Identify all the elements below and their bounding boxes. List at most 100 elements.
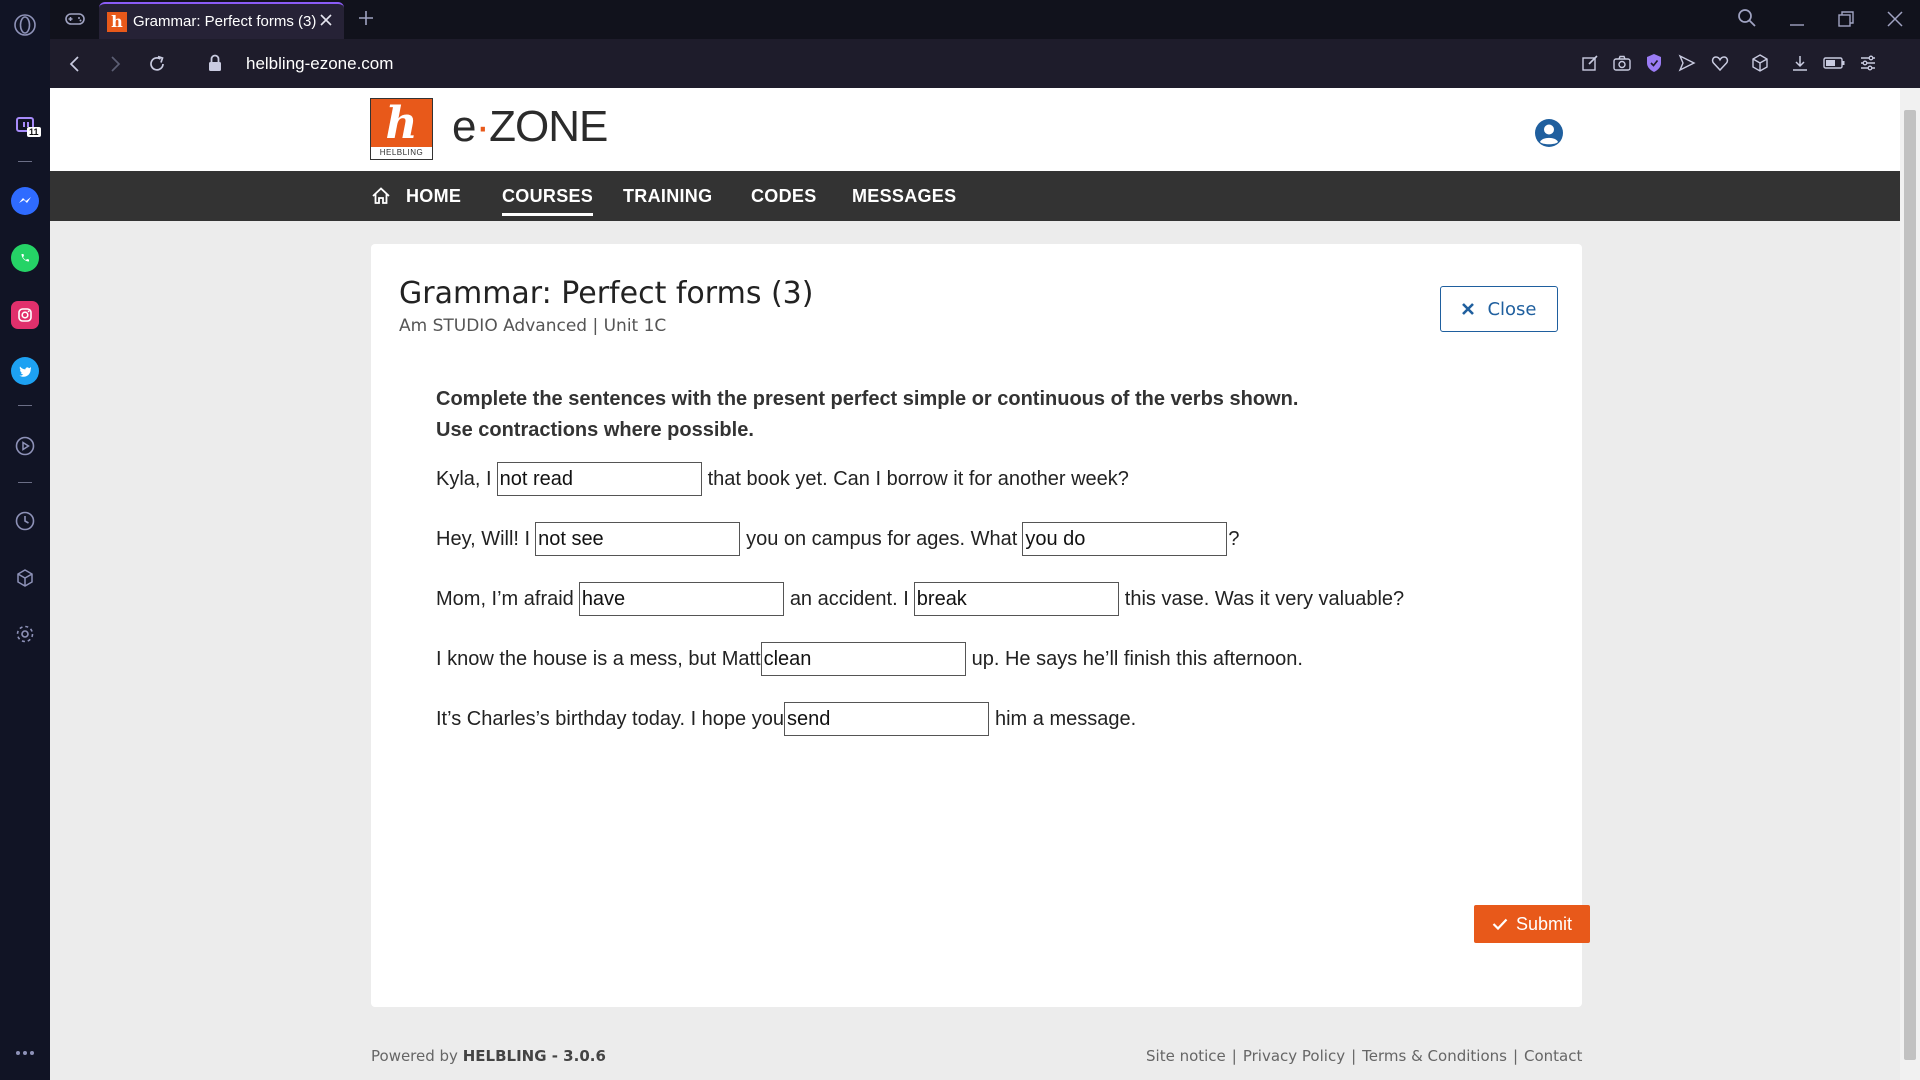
secure-lock-icon[interactable] <box>206 53 224 78</box>
nav-training[interactable]: TRAINING <box>623 186 712 207</box>
ezone-brand[interactable]: e·ZONE <box>452 102 608 152</box>
send-flow-icon[interactable] <box>1677 53 1697 78</box>
checkmark-icon <box>1492 918 1508 931</box>
footer-link-contact[interactable]: Contact <box>1524 1047 1582 1065</box>
downloads-icon[interactable] <box>1790 53 1810 78</box>
home-icon[interactable] <box>370 185 392 212</box>
exercise-subtitle: Am STUDIO Advanced | Unit 1C <box>399 316 667 336</box>
twitter-icon[interactable] <box>11 357 39 385</box>
sentence-1: Kyla, I not read that book yet. Can I bo… <box>436 462 1129 496</box>
footer-link-privacy[interactable]: Privacy Policy <box>1243 1047 1345 1065</box>
messenger-icon[interactable] <box>11 187 39 215</box>
answer-input[interactable]: clean <box>760 642 966 676</box>
sentence-text: that book yet. Can I borrow it for anoth… <box>707 467 1129 490</box>
exercise-title: Grammar: Perfect forms (3) <box>399 276 814 311</box>
footer-links: Site notice | Privacy Policy | Terms & Condi… <box>1146 1047 1582 1065</box>
sidebar-divider <box>18 405 32 406</box>
close-button[interactable]: Close <box>1440 286 1558 332</box>
sentence-5: It’s Charles’s birthday today. I hope yo… <box>436 702 1136 736</box>
vpn-shield-icon[interactable] <box>1644 52 1664 79</box>
notification-badge: 11 <box>27 127 41 137</box>
answer-input[interactable]: send <box>783 702 989 736</box>
user-account-icon[interactable] <box>1534 118 1564 148</box>
exercise-instruction: Complete the sentences with the present … <box>436 388 1299 441</box>
gaming-controller-icon[interactable] <box>64 9 86 34</box>
restore-window-icon[interactable] <box>1836 9 1856 34</box>
bookmark-heart-icon[interactable] <box>1710 53 1730 78</box>
twitch-icon[interactable]: 11 <box>11 113 41 141</box>
tab-strip: h Grammar: Perfect forms (3) <box>50 0 1920 39</box>
extensions-cube-icon[interactable] <box>1750 53 1770 78</box>
browser-tab[interactable]: h Grammar: Perfect forms (3) <box>99 2 344 39</box>
sentence-text: him a message. <box>994 707 1137 730</box>
answer-input[interactable]: break <box>913 582 1119 616</box>
page-scrollbar[interactable] <box>1900 88 1920 1080</box>
sentence-text: Kyla, I <box>436 467 492 490</box>
new-tab-plus-icon[interactable] <box>356 8 376 33</box>
scrollbar-thumb[interactable] <box>1904 110 1916 1060</box>
sentence-text: I know the house is a mess, but Matt <box>436 647 761 670</box>
close-tab-icon[interactable] <box>316 10 336 30</box>
extensions-cube-icon[interactable] <box>11 564 39 592</box>
exercise-card: Grammar: Perfect forms (3) Am STUDIO Adv… <box>371 244 1590 1007</box>
sentence-text: ? <box>1228 527 1240 550</box>
tab-title: Grammar: Perfect forms (3) <box>133 13 317 30</box>
reload-icon[interactable] <box>146 53 168 80</box>
sentence-2: Hey, Will! I not see you on campus for a… <box>436 522 1239 556</box>
answer-input[interactable]: not read <box>496 462 702 496</box>
answer-input[interactable]: you do <box>1022 522 1228 556</box>
easy-setup-sliders-icon[interactable] <box>1858 53 1878 78</box>
sentence-text: Mom, I’m afraid <box>436 587 574 610</box>
sidebar-divider <box>18 161 32 162</box>
settings-gear-icon[interactable] <box>11 620 39 648</box>
battery-saver-icon[interactable] <box>1822 54 1846 77</box>
sentence-text: you on campus for ages. What <box>746 527 1018 550</box>
sentence-text: It’s Charles’s birthday today. I hope yo… <box>436 707 784 730</box>
minimize-window-icon[interactable] <box>1787 9 1807 34</box>
address-bar: helbling-ezone.com <box>50 39 1920 88</box>
sentence-text: Hey, Will! I <box>436 527 531 550</box>
main-nav: HOME COURSES TRAINING CODES MESSAGES <box>50 171 1900 221</box>
back-arrow-icon[interactable] <box>65 54 85 79</box>
submit-button[interactable]: Submit <box>1474 905 1590 943</box>
history-icon[interactable] <box>11 507 39 535</box>
more-options-icon[interactable] <box>11 1039 39 1067</box>
footer-separator: | <box>1351 1047 1357 1065</box>
nav-codes[interactable]: CODES <box>751 186 817 207</box>
close-label: Close <box>1487 298 1537 320</box>
instagram-icon[interactable] <box>11 301 39 329</box>
helbling-logo[interactable]: h HELBLING <box>370 98 433 160</box>
logo-letter: h <box>385 98 418 149</box>
close-x-icon <box>1462 303 1475 315</box>
browser-sidebar: 11 <box>0 0 50 1080</box>
nav-messages[interactable]: MESSAGES <box>852 186 956 207</box>
forward-arrow-icon[interactable] <box>105 54 125 79</box>
site-header: h HELBLING e·ZONE <box>50 88 1900 171</box>
brand-zone: ZONE <box>489 102 608 151</box>
sidebar-divider <box>18 482 32 483</box>
answer-input[interactable]: have <box>578 582 784 616</box>
opera-menu-icon[interactable] <box>11 11 39 39</box>
snapshot-camera-icon[interactable] <box>1612 53 1632 78</box>
powered-brand: HELBLING - 3.0.6 <box>462 1047 606 1065</box>
page-viewport: h HELBLING e·ZONE HOME COURSES TRAINING … <box>50 88 1900 1080</box>
nav-home[interactable]: HOME <box>406 186 461 207</box>
player-icon[interactable] <box>11 432 39 460</box>
sentence-4: I know the house is a mess, but Matt cle… <box>436 642 1303 676</box>
search-tabs-icon[interactable] <box>1736 7 1758 34</box>
answer-input[interactable]: not see <box>535 522 741 556</box>
tab-favicon: h <box>107 11 127 32</box>
footer-separator: | <box>1512 1047 1519 1065</box>
logo-caption: HELBLING <box>371 147 432 159</box>
nav-courses[interactable]: COURSES <box>502 186 594 216</box>
easy-setup-edit-icon[interactable] <box>1580 53 1600 78</box>
close-window-icon[interactable] <box>1885 9 1905 34</box>
whatsapp-icon[interactable] <box>11 244 39 272</box>
footer-link-site-notice[interactable]: Site notice <box>1146 1047 1226 1065</box>
submit-label: Submit <box>1515 913 1573 934</box>
sentence-text: an accident. I <box>789 587 909 610</box>
footer-link-terms[interactable]: Terms & Conditions <box>1362 1047 1507 1065</box>
url-field[interactable]: helbling-ezone.com <box>246 54 393 74</box>
brand-e: e <box>452 102 477 151</box>
sentence-text: this vase. Was it very valuable? <box>1124 587 1405 610</box>
